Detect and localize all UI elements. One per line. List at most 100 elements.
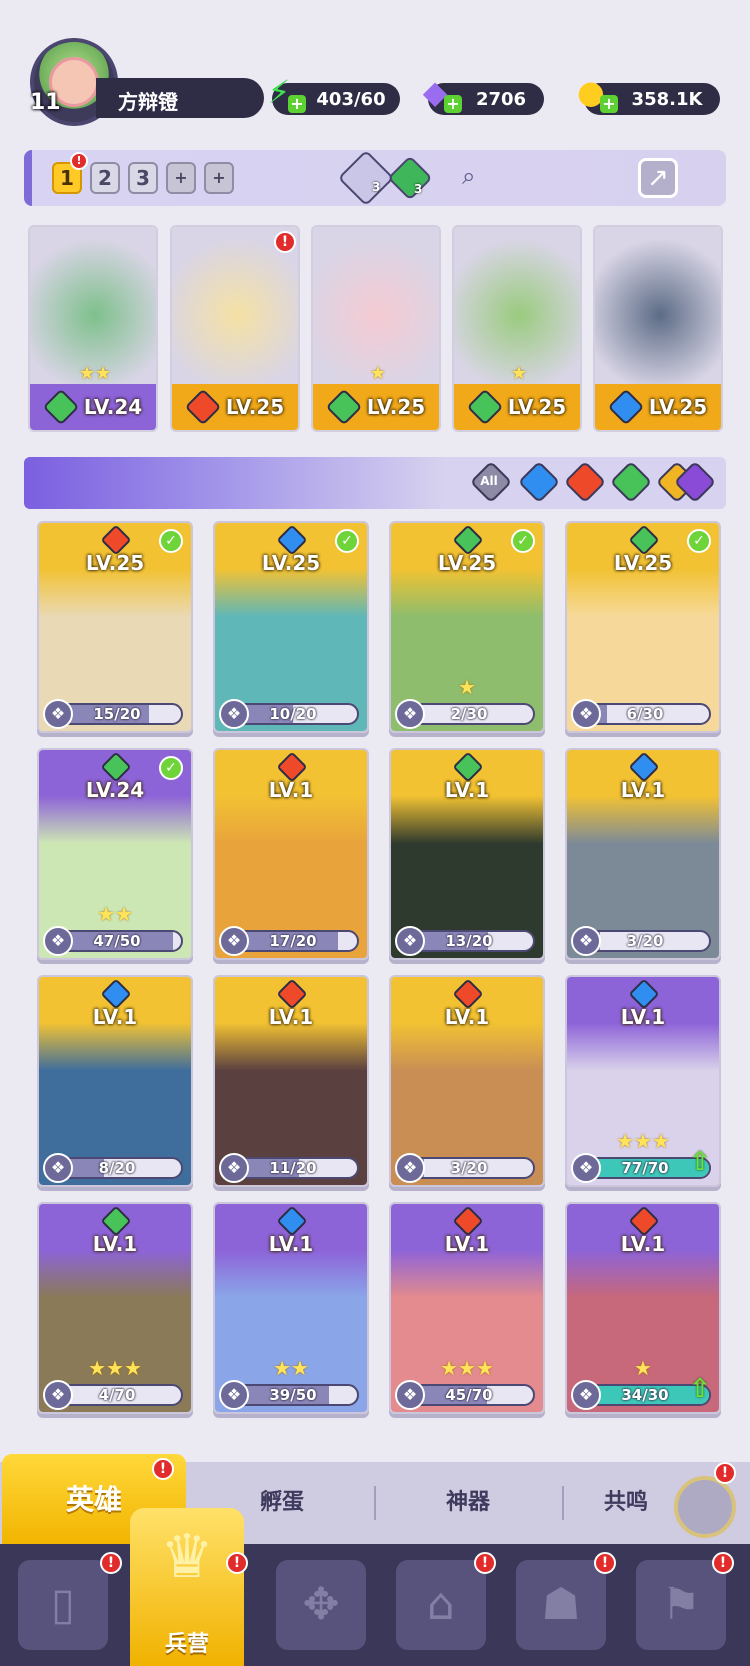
- nav-barracks-label: 兵营: [164, 1632, 209, 1657]
- plus-icon[interactable]: +: [444, 95, 462, 113]
- notification-badge: !: [100, 1552, 122, 1574]
- notification-badge: !: [474, 1552, 496, 1574]
- plus-icon[interactable]: +: [288, 95, 306, 113]
- level-band: LV.25: [172, 384, 298, 430]
- hero-card[interactable]: LV.1 ★★★ 77/70 ❖ ⇧: [565, 975, 721, 1187]
- hero-card[interactable]: LV.1 8/20 ❖: [37, 975, 193, 1187]
- bottom-navigation: ▯ ! ♛ 兵营 ! ✥ ⌂ ! ☗ ! ⚑ !: [0, 1508, 750, 1666]
- gem-counter[interactable]: ◆ + 2706: [423, 73, 544, 115]
- top-status-bar: 方辩镫 11 ⚡ + 403/60 ◆ + 2706 ● + 358.1K: [0, 38, 750, 128]
- filter-wind-icon[interactable]: [609, 460, 653, 504]
- sparkle-ring-button[interactable]: [674, 1476, 736, 1538]
- map-icon: ✥: [302, 1579, 340, 1630]
- notification-badge: !: [226, 1552, 248, 1574]
- hero-card[interactable]: LV.25 ✓ 6/30 ❖: [565, 521, 721, 733]
- shard-icon: ❖: [571, 1153, 601, 1183]
- hero-card[interactable]: LV.1 ★ 34/30 ❖ ⇧: [565, 1202, 721, 1414]
- shard-icon: ❖: [43, 699, 73, 729]
- gem-value: 2706: [475, 88, 527, 110]
- hero-level: LV.24: [83, 395, 143, 419]
- castle-icon: ⌂: [427, 1579, 455, 1630]
- filter-water-icon[interactable]: [517, 460, 561, 504]
- filter-all-label: All: [480, 474, 498, 488]
- shard-icon: ❖: [219, 1380, 249, 1410]
- wind-ticket-count: 3: [414, 182, 423, 196]
- hero-level: LV.25: [648, 395, 708, 419]
- element-icon: [325, 388, 363, 426]
- nav-castle[interactable]: ⌂: [396, 1560, 486, 1650]
- shard-icon: ❖: [43, 926, 73, 956]
- hero-card[interactable]: LV.1 ★★★ 45/70 ❖: [389, 1202, 545, 1414]
- cards-icon: ▯: [50, 1579, 76, 1630]
- team-tab-2[interactable]: 2: [90, 162, 120, 194]
- hero-card[interactable]: LV.1 ★★★ 4/70 ❖: [37, 1202, 193, 1414]
- tab-divider: [562, 1486, 564, 1520]
- team-member-card[interactable]: ★★ LV.24: [28, 225, 158, 432]
- nav-guild[interactable]: ☗: [516, 1560, 606, 1650]
- crystal-ticket-icon[interactable]: [337, 149, 395, 207]
- plus-icon[interactable]: +: [600, 95, 618, 113]
- hero-card[interactable]: LV.1 11/20 ❖: [213, 975, 369, 1187]
- hero-level: LV.24: [85, 778, 145, 802]
- tab-resonance[interactable]: 共鸣: [566, 1462, 686, 1544]
- notification-badge: !: [712, 1552, 734, 1574]
- nav-map[interactable]: ✥: [276, 1560, 366, 1650]
- star-rating: ★★: [78, 363, 112, 384]
- team-tab-add[interactable]: +: [204, 162, 234, 194]
- in-team-check-icon: ✓: [335, 529, 359, 553]
- shard-icon: ❖: [395, 699, 425, 729]
- nav-banner[interactable]: ⚑: [636, 1560, 726, 1650]
- team-tab-3[interactable]: 3: [128, 162, 158, 194]
- shard-icon: ❖: [43, 1153, 73, 1183]
- barracks-subtabs: 英雄 ! 孵蛋 神器 共鸣: [0, 1454, 750, 1546]
- banner-icon: ⚑: [661, 1579, 701, 1630]
- filter-fire-icon[interactable]: [563, 460, 607, 504]
- element-icon: [184, 388, 222, 426]
- hero-level: LV.1: [92, 1232, 138, 1256]
- wind-ticket-icon[interactable]: [387, 155, 433, 201]
- hero-card[interactable]: LV.25 ✓ ★ 2/30 ❖: [389, 521, 545, 733]
- energy-counter[interactable]: ⚡ + 403/60: [268, 73, 400, 115]
- level-band: LV.25: [313, 384, 439, 430]
- hero-card[interactable]: LV.24 ✓ ★★ 47/50 ❖: [37, 748, 193, 960]
- hero-level: LV.1: [620, 1005, 666, 1029]
- shard-icon: ❖: [571, 699, 601, 729]
- hero-level: LV.25: [261, 551, 321, 575]
- nav-barracks[interactable]: ♛ 兵营: [130, 1508, 244, 1666]
- team-member-card[interactable]: LV.25: [593, 225, 723, 432]
- tab-divider: [374, 1486, 376, 1520]
- hero-card[interactable]: LV.1 13/20 ❖: [389, 748, 545, 960]
- share-icon[interactable]: ↗: [638, 158, 678, 198]
- hero-card[interactable]: LV.1 17/20 ❖: [213, 748, 369, 960]
- hero-card[interactable]: LV.1 3/20 ❖: [565, 748, 721, 960]
- level-band: LV.25: [595, 384, 721, 430]
- team-member-card[interactable]: LV.25!: [170, 225, 300, 432]
- notification-badge: !: [152, 1458, 174, 1480]
- shard-icon: ❖: [219, 1153, 249, 1183]
- hero-card[interactable]: LV.25 ✓ 10/20 ❖: [213, 521, 369, 733]
- shard-icon: ❖: [571, 1380, 601, 1410]
- hero-card[interactable]: LV.1 ★★ 39/50 ❖: [213, 1202, 369, 1414]
- tab-artifacts[interactable]: 神器: [378, 1462, 558, 1544]
- team-member-card[interactable]: ★ LV.25: [311, 225, 441, 432]
- hero-card[interactable]: LV.25 ✓ 15/20 ❖: [37, 521, 193, 733]
- element-icon: [42, 388, 80, 426]
- search-icon[interactable]: ⌕: [462, 162, 492, 192]
- level-band: LV.25: [454, 384, 580, 430]
- element-icon: [607, 388, 645, 426]
- crystal-ticket-count: 3: [372, 180, 381, 194]
- nav-cards[interactable]: ▯: [18, 1560, 108, 1650]
- element-filter-bar: All: [24, 457, 726, 509]
- gold-counter[interactable]: ● + 358.1K: [577, 73, 720, 115]
- star-rating: ★★: [97, 902, 133, 926]
- star-rating: ★★: [273, 1356, 309, 1380]
- hero-level: LV.1: [268, 1005, 314, 1029]
- star-rating: ★: [458, 675, 476, 699]
- hero-level: LV.25: [366, 395, 426, 419]
- upgrade-arrow-icon: ⇧: [689, 1147, 711, 1177]
- player-name[interactable]: 方辩镫: [96, 78, 264, 118]
- hero-card[interactable]: LV.1 3/20 ❖: [389, 975, 545, 1187]
- team-member-card[interactable]: ★ LV.25: [452, 225, 582, 432]
- upgrade-arrow-icon: ⇧: [689, 1374, 711, 1404]
- team-tab-add[interactable]: +: [166, 162, 196, 194]
